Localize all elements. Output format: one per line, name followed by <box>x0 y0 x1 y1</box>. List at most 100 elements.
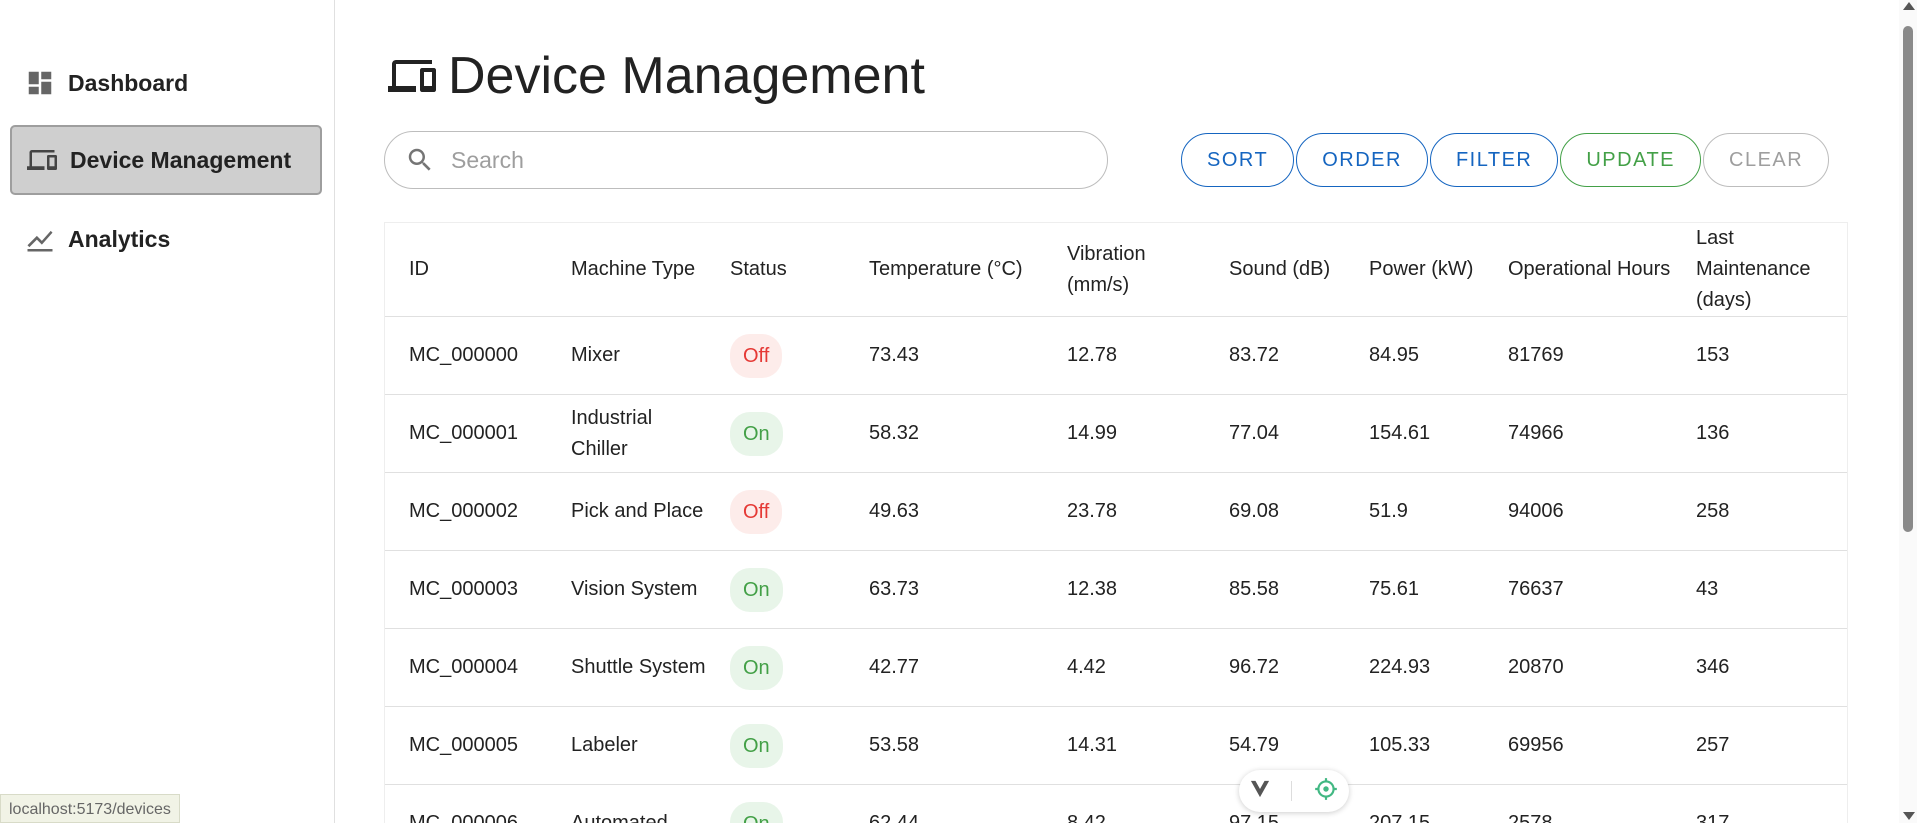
clear-button[interactable]: CLEAR <box>1703 133 1830 187</box>
cell-id: MC_000004 <box>385 628 547 707</box>
cell-temperature: 63.73 <box>845 550 1043 629</box>
cell-vibration: 23.78 <box>1043 472 1205 551</box>
cell-power: 51.9 <box>1345 472 1484 551</box>
table-row[interactable]: MC_000001 Industrial Chiller On 58.32 14… <box>385 394 1847 473</box>
cell-vibration: 14.99 <box>1043 394 1205 473</box>
cell-hours: 2578 <box>1484 784 1672 823</box>
scrollbar-thumb[interactable] <box>1903 26 1913 532</box>
column-header[interactable]: Operational Hours <box>1484 223 1672 317</box>
column-header[interactable]: Vibration (mm/s) <box>1043 223 1205 317</box>
search-input[interactable] <box>449 145 1073 175</box>
table-row[interactable]: MC_000000 Mixer Off 73.43 12.78 83.72 84… <box>385 316 1847 395</box>
divider <box>1291 781 1293 801</box>
cell-status: On <box>706 784 845 823</box>
cell-vibration: 14.31 <box>1043 706 1205 785</box>
cell-power: 84.95 <box>1345 316 1484 395</box>
table-row[interactable]: MC_000003 Vision System On 63.73 12.38 8… <box>385 550 1847 629</box>
table-header-row: ID Machine Type Status Temperature (°C) … <box>385 223 1847 317</box>
update-button[interactable]: UPDATE <box>1560 133 1701 187</box>
devtools-toolbar <box>1239 770 1349 812</box>
devices-icon <box>24 142 60 178</box>
cell-vibration: 4.42 <box>1043 628 1205 707</box>
cell-hours: 20870 <box>1484 628 1672 707</box>
column-header[interactable]: Status <box>706 223 845 317</box>
cell-sound: 83.72 <box>1205 316 1345 395</box>
table-row[interactable]: MC_000002 Pick and Place Off 49.63 23.78… <box>385 472 1847 551</box>
cell-power: 75.61 <box>1345 550 1484 629</box>
column-header[interactable]: Sound (dB) <box>1205 223 1345 317</box>
sidebar: Dashboard Device Management Analytics <box>0 0 335 823</box>
cell-machine-type: Industrial Chiller <box>547 394 706 473</box>
cell-temperature: 53.58 <box>845 706 1043 785</box>
cell-machine-type: Pick and Place <box>547 472 706 551</box>
status-badge: Off <box>730 489 783 534</box>
cell-machine-type: Automated <box>547 784 706 823</box>
cell-status: On <box>706 628 845 707</box>
table-row[interactable]: MC_000004 Shuttle System On 42.77 4.42 9… <box>385 628 1847 707</box>
devices-icon <box>384 51 442 101</box>
cell-power: 105.33 <box>1345 706 1484 785</box>
column-header[interactable]: Temperature (°C) <box>845 223 1043 317</box>
main-content: Device Management SORT ORDER FILTER UPDA… <box>336 0 1917 823</box>
page-scrollbar[interactable] <box>1899 0 1917 823</box>
sidebar-item-label: Dashboard <box>68 69 189 96</box>
cell-maintenance: 136 <box>1672 394 1847 473</box>
cell-status: Off <box>706 316 845 395</box>
order-button[interactable]: ORDER <box>1296 133 1428 187</box>
cell-machine-type: Vision System <box>547 550 706 629</box>
column-header[interactable]: Power (kW) <box>1345 223 1484 317</box>
cell-machine-type: Mixer <box>547 316 706 395</box>
cell-id: MC_000000 <box>385 316 547 395</box>
cell-vibration: 12.38 <box>1043 550 1205 629</box>
cell-vibration: 8.42 <box>1043 784 1205 823</box>
column-header[interactable]: ID <box>385 223 547 317</box>
cell-maintenance: 346 <box>1672 628 1847 707</box>
cell-power: 154.61 <box>1345 394 1484 473</box>
column-header[interactable]: Last Maintenance (days) <box>1672 223 1847 317</box>
page-title: Device Management <box>448 47 925 105</box>
vue-devtools-icon[interactable] <box>1249 779 1271 804</box>
search-icon <box>405 144 437 176</box>
cell-temperature: 42.77 <box>845 628 1043 707</box>
cell-id: MC_000001 <box>385 394 547 473</box>
cell-id: MC_000003 <box>385 550 547 629</box>
status-badge: On <box>730 723 783 768</box>
cell-status: Off <box>706 472 845 551</box>
cell-vibration: 12.78 <box>1043 316 1205 395</box>
cell-temperature: 58.32 <box>845 394 1043 473</box>
search-box[interactable] <box>384 131 1108 189</box>
cell-sound: 96.72 <box>1205 628 1345 707</box>
status-badge: Off <box>730 333 783 378</box>
devices-table: ID Machine Type Status Temperature (°C) … <box>384 222 1848 823</box>
scroll-up-arrow-icon[interactable] <box>1903 2 1915 10</box>
cell-hours: 76637 <box>1484 550 1672 629</box>
sidebar-item-device-management[interactable]: Device Management <box>10 125 322 195</box>
cell-status: On <box>706 706 845 785</box>
toolbar: SORT ORDER FILTER UPDATE CLEAR <box>1181 133 1831 187</box>
sidebar-item-dashboard[interactable]: Dashboard <box>10 48 322 118</box>
cell-id: MC_000002 <box>385 472 547 551</box>
table-row[interactable]: MC_000006 Automated On 62.44 8.42 97.15 … <box>385 784 1847 823</box>
cell-temperature: 73.43 <box>845 316 1043 395</box>
status-badge: On <box>730 567 783 612</box>
cell-maintenance: 153 <box>1672 316 1847 395</box>
cell-hours: 94006 <box>1484 472 1672 551</box>
status-bar-url: localhost:5173/devices <box>0 794 180 823</box>
cell-power: 224.93 <box>1345 628 1484 707</box>
scroll-down-arrow-icon[interactable] <box>1903 812 1915 820</box>
cell-maintenance: 257 <box>1672 706 1847 785</box>
sort-button[interactable]: SORT <box>1181 133 1295 187</box>
inspect-target-icon[interactable] <box>1313 776 1339 807</box>
analytics-icon <box>22 221 58 257</box>
table-row[interactable]: MC_000005 Labeler On 53.58 14.31 54.79 1… <box>385 706 1847 785</box>
sidebar-item-analytics[interactable]: Analytics <box>10 204 322 274</box>
cell-temperature: 49.63 <box>845 472 1043 551</box>
column-header[interactable]: Machine Type <box>547 223 706 317</box>
sidebar-item-label: Analytics <box>68 225 171 252</box>
cell-status: On <box>706 550 845 629</box>
dashboard-icon <box>22 65 58 101</box>
filter-button[interactable]: FILTER <box>1429 133 1559 187</box>
cell-maintenance: 317 <box>1672 784 1847 823</box>
cell-maintenance: 43 <box>1672 550 1847 629</box>
cell-id: MC_000006 <box>385 784 547 823</box>
